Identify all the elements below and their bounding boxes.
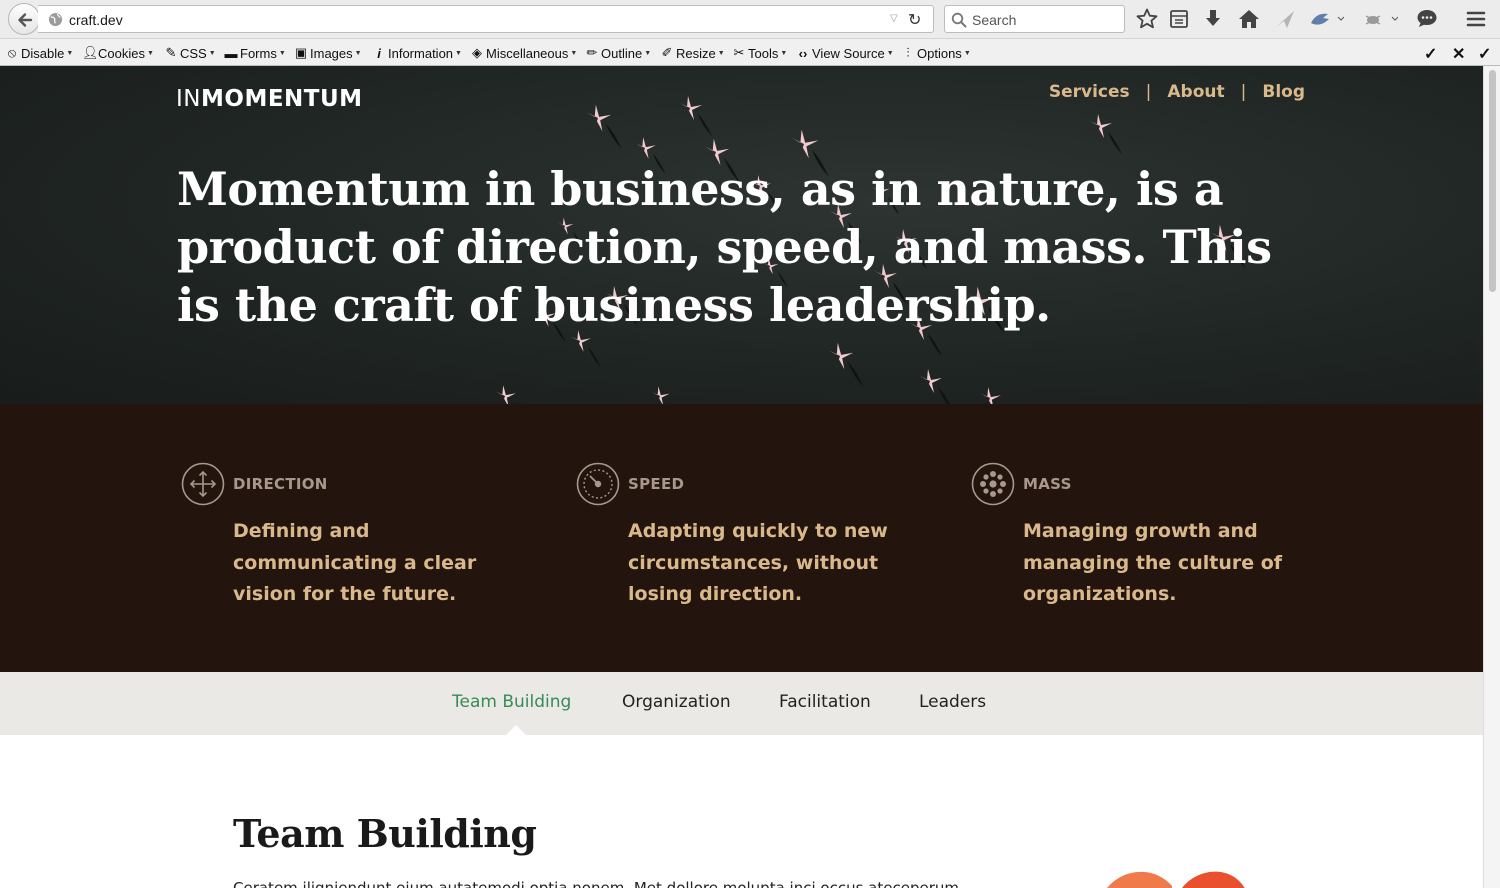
pillars-section: DIRECTION Defining and communicating a c… [0,404,1483,672]
download-icon[interactable] [1201,7,1225,31]
scrollbar-thumb[interactable] [1489,70,1496,292]
image-icon: ▣ [294,45,308,60]
code-icon: ‹› [798,45,808,61]
section-body-text: Ceratem iligniendunt eium autatemodi opt… [233,879,959,888]
devtool-cookies[interactable]: 👤︎ Cookies ▼ [82,45,154,61]
nav-link-blog[interactable]: Blog [1262,82,1305,102]
logo-light-text: IN [176,86,201,112]
devtool-options[interactable]: ⫶ Options ▼ [901,45,970,61]
wrench-icon: ✂ [733,45,745,60]
no-entry-icon: ⦸ [7,45,17,60]
send-plane-icon[interactable] [1273,7,1297,31]
devtool-label: Disable [21,45,65,61]
pillar-title: MASS [1023,475,1072,493]
devtool-label: Forms [240,45,277,61]
move-arrows-icon [181,462,225,506]
page-viewport: INMOMENTUM Services | About | Blog Momen… [0,66,1483,888]
devtool-information[interactable]: i Information ▼ [372,45,462,61]
back-arrow-icon [18,13,33,27]
magic-wand-icon: ✎ [165,45,177,60]
bookmark-star-icon[interactable] [1135,7,1159,31]
devtool-tools[interactable]: ✂ Tools ▼ [732,45,788,61]
devtool-label: Resize [676,45,716,61]
devtool-label: CSS [180,45,207,61]
close-icon[interactable]: ✕ [1452,44,1465,64]
firebug-icon[interactable] [1362,7,1398,31]
pillar-description: Adapting quickly to new circumstances, w… [628,520,888,605]
main-nav: Services | About | Blog [1049,82,1305,102]
address-bar[interactable]: craft.dev ▽ ↻ [38,5,934,33]
hero-headline: Momentum in business, as in nature, is a… [177,162,1272,332]
devtool-resize[interactable]: ✐ Resize ▼ [660,45,725,61]
devtool-miscellaneous[interactable]: ◈ Miscellaneous ▼ [470,45,577,61]
nav-separator: | [1145,82,1152,102]
person-icon: 👤︎ [82,45,99,60]
checkmark-icon[interactable]: ✓ [1424,44,1437,64]
active-tab-indicator [505,725,527,736]
devtool-label: Tools [748,45,779,61]
tab-organization[interactable]: Organization [622,692,731,712]
nav-link-services[interactable]: Services [1049,82,1130,102]
devtool-forms[interactable]: ▬ Forms ▼ [224,45,286,61]
globe-icon [48,12,63,27]
reading-list-icon[interactable] [1167,7,1191,31]
home-icon[interactable] [1237,7,1261,31]
pillar-description: Managing growth and managing the culture… [1023,520,1283,605]
devtool-label: Information [388,45,454,61]
devtool-label: Options [917,45,962,61]
devtool-label: Miscellaneous [486,45,569,61]
pillar-title: DIRECTION [233,475,328,493]
chat-bubble-icon[interactable] [1415,7,1439,31]
devtool-label: Images [310,45,353,61]
web-developer-toolbar: ⦸ Disable ▼ 👤︎ Cookies ▼ ✎ CSS ▼ ▬ Forms ▼ ▣ Imag… [0,38,1500,66]
page-scrollbar[interactable] [1483,66,1500,888]
nav-separator: | [1240,82,1247,102]
devtool-label: Cookies [98,45,145,61]
logo-bold-text: MOMENTUM [201,86,363,112]
tab-team-building[interactable]: Team Building [452,692,571,712]
briefcase-icon: ▬ [224,45,238,61]
section-title: Team Building [233,811,537,856]
history-dropdown-icon[interactable]: ▽ [890,13,898,24]
speedometer-icon [576,462,620,506]
pillar-description: Defining and communicating a clear visio… [233,520,477,605]
back-button[interactable] [8,3,40,35]
search-placeholder: Search [972,12,1017,28]
devtool-css[interactable]: ✎ CSS ▼ [164,45,216,61]
hamburger-menu-icon[interactable] [1464,7,1488,31]
cube-icon: ◈ [472,45,482,60]
search-icon [951,12,967,28]
pencil-icon: ✏ [586,45,598,60]
pillar-title: SPEED [628,475,685,493]
devtool-outline[interactable]: ✏ Outline ▼ [585,45,652,61]
services-tab-bar: Team Building Organization Facilitation … [0,672,1483,736]
resize-icon: ✐ [661,45,673,60]
extension-bird-icon[interactable] [1308,7,1344,31]
tab-facilitation[interactable]: Facilitation [779,692,871,712]
devtool-disable[interactable]: ⦸ Disable ▼ [5,45,74,61]
devtool-label: View Source [812,45,885,61]
hero-section: INMOMENTUM Services | About | Blog Momen… [0,66,1483,404]
devtool-label: Outline [601,45,643,61]
site-logo[interactable]: INMOMENTUM [176,86,363,112]
tab-leaders[interactable]: Leaders [919,692,986,712]
devtool-view-source[interactable]: ‹› View Source ▼ [796,45,894,61]
url-text: craft.dev [69,12,123,28]
devtool-images[interactable]: ▣ Images ▼ [294,45,362,61]
info-icon: i [377,45,381,61]
reload-icon[interactable]: ↻ [908,10,921,30]
dots-cluster-icon [971,462,1015,506]
sliders-icon: ⫶ [906,45,910,60]
nav-link-about[interactable]: About [1167,82,1224,102]
decorative-illustration [1107,871,1245,888]
search-bar[interactable]: Search [944,5,1125,33]
checkmark-icon[interactable]: ✓ [1478,44,1491,64]
browser-toolbar: craft.dev ▽ ↻ Search [0,0,1500,38]
